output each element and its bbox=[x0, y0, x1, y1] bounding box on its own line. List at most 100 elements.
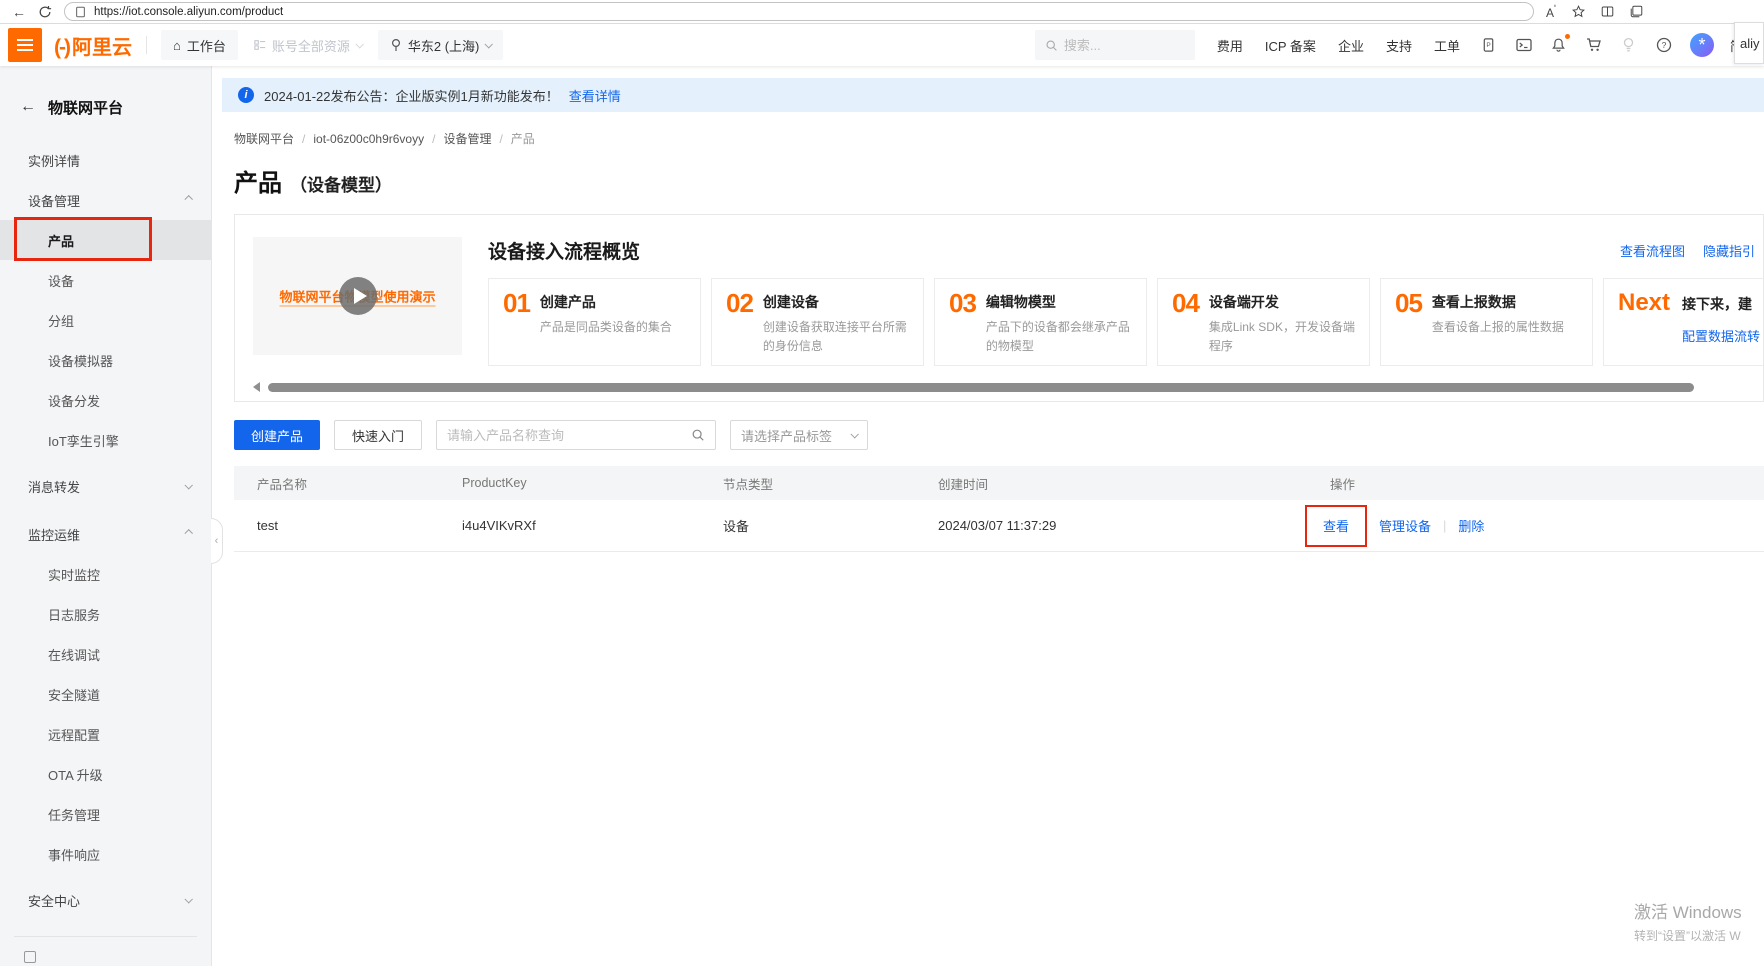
manage-devices-link[interactable]: 管理设备 bbox=[1379, 516, 1431, 535]
url-text: https://iot.console.aliyun.com/product bbox=[94, 6, 283, 18]
product-tag-select[interactable]: 请选择产品标签 bbox=[730, 420, 868, 450]
sidebar-item-secure-tunnel[interactable]: 安全隧道 bbox=[0, 674, 211, 714]
aliyun-logo-text: 阿里云 bbox=[72, 31, 132, 60]
product-search-input[interactable] bbox=[447, 428, 667, 443]
sidebar-collapse-handle[interactable]: ‹ bbox=[211, 518, 223, 564]
col-created-time: 创建时间 bbox=[915, 474, 1307, 493]
menu-item-billing[interactable]: 费用 bbox=[1217, 36, 1243, 55]
sidebar-item-remote-config[interactable]: 远程配置 bbox=[0, 714, 211, 754]
menu-item-support[interactable]: 支持 bbox=[1386, 36, 1412, 55]
sidebar-item-ota-upgrade[interactable]: OTA 升级 bbox=[0, 754, 211, 794]
sidebar-title: 物联网平台 bbox=[48, 97, 123, 118]
menu-item-icp[interactable]: ICP 备案 bbox=[1265, 36, 1316, 55]
console-navbar: (-) 阿里云 ⌂ 工作台 账号全部资源 华东2 (上海) 费用 ICP 备案 … bbox=[0, 24, 1764, 66]
create-product-button[interactable]: 创建产品 bbox=[234, 420, 320, 450]
sidebar-group-message-forwarding[interactable]: 消息转发 bbox=[0, 466, 211, 506]
checkbox-icon bbox=[24, 951, 36, 963]
address-bar[interactable]: https://iot.console.aliyun.com/product bbox=[64, 2, 1534, 21]
sidebar-item-device[interactable]: 设备 bbox=[0, 260, 211, 300]
account-resources-selector[interactable]: 账号全部资源 bbox=[254, 36, 362, 55]
favorite-star-icon[interactable] bbox=[1572, 5, 1585, 18]
back-arrow-icon[interactable]: ← bbox=[20, 98, 36, 116]
sidebar-item-online-debug[interactable]: 在线调试 bbox=[0, 634, 211, 674]
step-card-create-device: 02 创建设备 创建设备获取连接平台所需的身份信息 bbox=[711, 278, 924, 366]
notice-banner: i 2024-01-22发布公告：企业版实例1月新功能发布！ 查看详情 bbox=[222, 78, 1764, 112]
resources-icon bbox=[254, 39, 266, 51]
demo-video-thumbnail[interactable]: 物联网平台物模型使用演示 bbox=[253, 237, 462, 355]
collections-icon[interactable] bbox=[1630, 5, 1643, 18]
sidebar-item-product[interactable]: 产品 bbox=[0, 220, 211, 260]
sidebar-item-realtime-monitor[interactable]: 实时监控 bbox=[0, 554, 211, 594]
hamburger-menu-icon[interactable] bbox=[8, 28, 42, 62]
product-toolbar: 创建产品 快速入门 请选择产品标签 bbox=[234, 420, 1764, 450]
view-link[interactable]: 查看 bbox=[1323, 516, 1349, 535]
sidebar-item-group[interactable]: 分组 bbox=[0, 300, 211, 340]
sidebar-item-device-simulator[interactable]: 设备模拟器 bbox=[0, 340, 211, 380]
app-download-icon[interactable]: P bbox=[1480, 36, 1498, 54]
breadcrumb-instance[interactable]: iot-06z00c0h9r6voyy bbox=[313, 132, 424, 146]
lightbulb-icon[interactable] bbox=[1620, 36, 1638, 54]
windows-activation-watermark: 激活 Windows 转到“设置”以激活 W bbox=[1634, 898, 1742, 944]
global-search[interactable] bbox=[1035, 30, 1195, 60]
sidebar-item-instance-detail[interactable]: 实例详情 bbox=[0, 140, 211, 180]
aliyun-logo[interactable]: (-) 阿里云 bbox=[54, 31, 132, 60]
sidebar-item-event-response[interactable]: 事件响应 bbox=[0, 834, 211, 874]
home-icon: ⌂ bbox=[173, 38, 181, 53]
cloudshell-terminal-icon[interactable] bbox=[1515, 36, 1533, 54]
browser-refresh-icon[interactable] bbox=[38, 5, 52, 19]
main-content: i 2024-01-22发布公告：企业版实例1月新功能发布！ 查看详情 物联网平… bbox=[212, 66, 1764, 966]
notification-bell-icon[interactable] bbox=[1550, 36, 1568, 54]
quick-start-button[interactable]: 快速入门 bbox=[334, 420, 422, 450]
sidebar-bottom-partial-item[interactable] bbox=[0, 937, 211, 963]
sidebar-group-security-center[interactable]: 安全中心 bbox=[0, 880, 211, 920]
col-product-name: 产品名称 bbox=[234, 474, 439, 493]
banner-detail-link[interactable]: 查看详情 bbox=[569, 86, 621, 105]
menu-item-enterprise[interactable]: 企业 bbox=[1338, 36, 1364, 55]
hide-guide-link[interactable]: 隐藏指引 bbox=[1703, 241, 1755, 260]
search-icon[interactable] bbox=[691, 428, 705, 442]
breadcrumb-iot-platform[interactable]: 物联网平台 bbox=[234, 130, 294, 147]
divider bbox=[146, 36, 147, 54]
sidebar-group-device-management[interactable]: 设备管理 bbox=[0, 180, 211, 220]
annotation-red-box-view: 查看 bbox=[1305, 505, 1367, 547]
browser-back-icon[interactable]: ← bbox=[12, 5, 26, 19]
workspace-button[interactable]: ⌂ 工作台 bbox=[161, 30, 238, 60]
user-avatar[interactable]: * bbox=[1690, 33, 1714, 57]
menu-item-ticket[interactable]: 工单 bbox=[1434, 36, 1460, 55]
table-header: 产品名称 ProductKey 节点类型 创建时间 操作 bbox=[234, 466, 1764, 500]
sidebar-item-log-service[interactable]: 日志服务 bbox=[0, 594, 211, 634]
view-flowchart-link[interactable]: 查看流程图 bbox=[1620, 241, 1685, 260]
page-title: 产品 bbox=[234, 163, 282, 198]
delete-link[interactable]: 删除 bbox=[1458, 516, 1484, 535]
col-node-type: 节点类型 bbox=[700, 474, 915, 493]
sidebar-item-iot-twin[interactable]: IoT孪生引擎 bbox=[0, 420, 211, 460]
region-selector[interactable]: 华东2 (上海) bbox=[378, 30, 504, 60]
scrollbar-track[interactable] bbox=[268, 383, 1749, 392]
sidebar-item-device-distribution[interactable]: 设备分发 bbox=[0, 380, 211, 420]
sidebar-group-monitoring-ops[interactable]: 监控运维 bbox=[0, 514, 211, 554]
scroll-left-arrow-icon[interactable] bbox=[253, 382, 260, 392]
scrollbar-thumb[interactable] bbox=[268, 383, 1694, 392]
chevron-up-icon bbox=[184, 529, 192, 537]
corner-popup: aliy bbox=[1734, 22, 1764, 64]
chevron-down-icon bbox=[850, 430, 858, 438]
breadcrumb-device-management[interactable]: 设备管理 bbox=[443, 130, 491, 147]
cart-icon[interactable] bbox=[1585, 36, 1603, 54]
product-search-box[interactable] bbox=[436, 420, 716, 450]
location-pin-icon bbox=[390, 38, 402, 52]
global-search-input[interactable] bbox=[1064, 38, 1174, 53]
read-aloud-icon[interactable]: Aʹ bbox=[1546, 4, 1556, 20]
play-icon[interactable] bbox=[339, 277, 377, 315]
page-subtitle: （设备模型） bbox=[290, 171, 392, 196]
configure-data-forwarding-link[interactable]: 配置数据流转 bbox=[1682, 326, 1760, 345]
col-product-key: ProductKey bbox=[439, 476, 700, 490]
help-icon[interactable]: ? bbox=[1655, 36, 1673, 54]
flow-section-title: 设备接入流程概览 bbox=[488, 237, 1763, 264]
sidebar-item-task-management[interactable]: 任务管理 bbox=[0, 794, 211, 834]
step-card-edit-thing-model: 03 编辑物模型 产品下的设备都会继承产品的物模型 bbox=[934, 278, 1147, 366]
svg-text:P: P bbox=[1487, 42, 1492, 49]
flow-steps: 01 创建产品 产品是同品类设备的集合 02 创建设备 创建设备获取连接平台所需… bbox=[488, 278, 1763, 366]
cell-product-key: i4u4VIKvRXf bbox=[439, 518, 700, 533]
cell-product-name: test bbox=[234, 518, 439, 533]
split-screen-icon[interactable] bbox=[1601, 5, 1614, 18]
